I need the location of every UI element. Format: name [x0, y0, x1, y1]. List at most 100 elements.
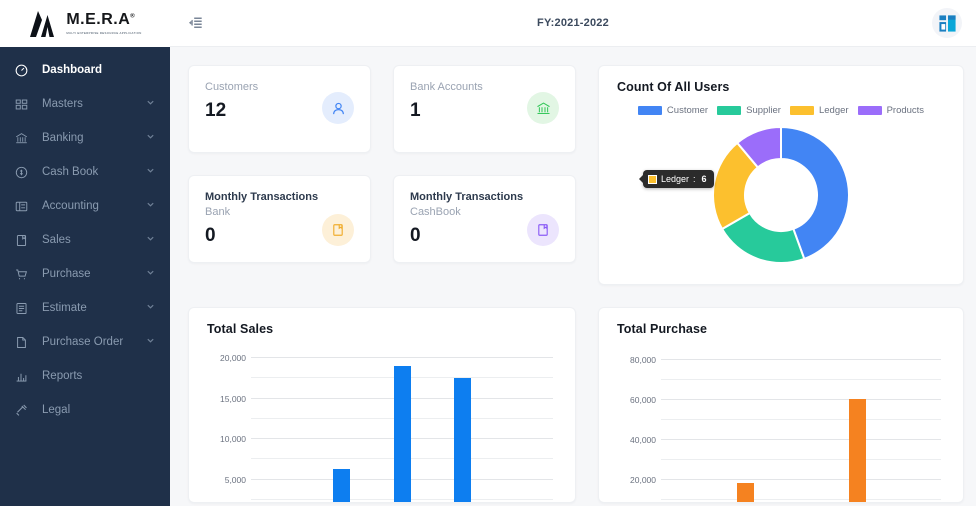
y-axis-tick-label: 15,000 [220, 393, 246, 404]
donut-chart[interactable] [706, 120, 856, 270]
bar[interactable] [333, 469, 351, 502]
y-axis-tick-label: 20,000 [630, 475, 656, 485]
tooltip-value: 6 [701, 174, 707, 184]
sidebar-item-cash-book[interactable]: Cash Book [0, 155, 170, 189]
user-icon-badge [322, 92, 354, 124]
chevron-down-icon[interactable] [146, 98, 156, 110]
grid-line [661, 499, 941, 500]
sidebar-item-sales[interactable]: Sales [0, 223, 170, 257]
stat-card-customers[interactable]: Customers 12 [188, 65, 371, 153]
grid-line [661, 379, 941, 380]
bottom-row: Total Sales 5,000 10,000 15,000 20,000 Tota… [188, 307, 964, 503]
legend-item-ledger[interactable]: Ledger [789, 105, 849, 116]
stat-card-monthly-transactions-bank[interactable]: Monthly Transactions Bank 0 [188, 175, 371, 263]
chevron-down-icon[interactable] [146, 234, 156, 246]
bank-icon-badge [527, 92, 559, 124]
clipboard-icon [15, 302, 34, 315]
bookmark-icon-badge [322, 214, 354, 246]
chevron-down-icon[interactable] [146, 336, 156, 348]
top-header: FY:2021-2022 [170, 0, 976, 47]
sidebar-item-estimate[interactable]: Estimate [0, 291, 170, 325]
sidebar-nav: Dashboard Masters Banking Cash Book Acco… [0, 47, 170, 506]
sidebar-item-label: Purchase Order [42, 336, 124, 348]
chevron-down-icon[interactable] [146, 166, 156, 178]
sidebar-item-purchase-order[interactable]: Purchase Order [0, 325, 170, 359]
donut-legend: Customer Supplier Ledger Products [599, 105, 963, 116]
sidebar-item-accounting[interactable]: Accounting [0, 189, 170, 223]
legend-swatch [857, 106, 882, 115]
sidebar-item-label: Masters [42, 98, 83, 110]
bar[interactable] [848, 399, 866, 502]
sidebar-item-label: Legal [42, 404, 71, 416]
bar[interactable] [453, 377, 471, 502]
bank-icon [15, 132, 34, 145]
sidebar-item-label: Accounting [42, 200, 99, 212]
chart-tooltip: Ledger: 6 [639, 170, 714, 188]
total-purchase-plot[interactable]: 20,000 40,000 60,000 80,000 [599, 350, 963, 502]
stat-label: Monthly Transactions [410, 191, 524, 203]
bookmark-icon-badge [527, 214, 559, 246]
y-axis-tick-label: 5,000 [224, 474, 246, 485]
bar[interactable] [393, 366, 411, 502]
brand-text: M.E.R.A® MULTI ENTERPRISE RESOURCE APPLI… [66, 12, 141, 35]
cart-icon [15, 268, 34, 281]
sidebar-item-label: Dashboard [42, 64, 103, 76]
grid-line [661, 399, 941, 400]
legend-item-supplier[interactable]: Supplier [717, 105, 781, 116]
y-axis-tick-label: 20,000 [220, 353, 246, 364]
sidebar-item-masters[interactable]: Masters [0, 87, 170, 121]
donut-chart-wrap: Ledger: 6 [599, 120, 963, 270]
total-sales-column: Total Sales 5,000 10,000 15,000 20,000 [188, 307, 576, 503]
total-sales-plot[interactable]: 5,000 10,000 15,000 20,000 [189, 350, 575, 502]
header-right [932, 8, 962, 38]
y-axis-tick-label: 40,000 [630, 435, 656, 445]
sidebar: M.E.R.A® MULTI ENTERPRISE RESOURCE APPLI… [0, 0, 170, 506]
legend-item-customer[interactable]: Customer [637, 105, 708, 116]
sidebar-item-dashboard[interactable]: Dashboard [0, 53, 170, 87]
stat-label: Monthly Transactions [205, 191, 319, 203]
sidebar-item-purchase[interactable]: Purchase [0, 257, 170, 291]
total-sales-card: Total Sales 5,000 10,000 15,000 20,000 [188, 307, 576, 503]
y-axis-tick-label: 10,000 [220, 434, 246, 445]
y-axis-tick-label: 80,000 [630, 355, 656, 365]
sidebar-item-reports[interactable]: Reports [0, 359, 170, 393]
page-title-total-purchase: Total Purchase [617, 322, 708, 336]
count-of-all-users-card: Count Of All Users Customer Supplier Led… [598, 65, 964, 285]
speedometer-icon [15, 64, 34, 77]
brand-logo[interactable]: M.E.R.A® MULTI ENTERPRISE RESOURCE APPLI… [0, 0, 170, 47]
coin-icon [15, 166, 34, 179]
mera-logo-mark [30, 10, 55, 37]
grid-line [661, 479, 941, 480]
chevron-down-icon[interactable] [146, 268, 156, 280]
sidebar-item-label: Sales [42, 234, 71, 246]
ledger-icon [15, 200, 34, 213]
main-area: FY:2021-2022 Customers 12 Bank Accounts … [170, 0, 976, 506]
legend-item-products[interactable]: Products [857, 105, 924, 116]
sidebar-item-banking[interactable]: Banking [0, 121, 170, 155]
page-title-count-of-all-users: Count Of All Users [617, 80, 730, 94]
bar[interactable] [736, 483, 754, 502]
sidebar-item-legal[interactable]: Legal [0, 393, 170, 427]
top-row: Customers 12 Bank Accounts 1 Monthly Tra… [188, 65, 964, 285]
brand-subtitle: MULTI ENTERPRISE RESOURCE APPLICATION [66, 30, 142, 35]
chevron-down-icon[interactable] [146, 132, 156, 144]
sidebar-item-label: Purchase [42, 268, 91, 280]
legend-swatch [717, 106, 742, 115]
y-axis-tick-label: 60,000 [630, 395, 656, 405]
chevron-down-icon[interactable] [146, 200, 156, 212]
gavel-icon [15, 404, 34, 417]
grid-line [661, 439, 941, 440]
app-logo-icon[interactable] [932, 8, 962, 38]
document-icon [15, 336, 34, 349]
tooltip-swatch [648, 174, 657, 184]
legend-label: Ledger [818, 105, 849, 116]
collapse-sidebar-icon[interactable] [188, 16, 203, 31]
chevron-down-icon[interactable] [146, 302, 156, 314]
grid-line [661, 419, 941, 420]
stat-cards-grid: Customers 12 Bank Accounts 1 Monthly Tra… [188, 65, 576, 263]
stat-card-monthly-transactions-cashbook[interactable]: Monthly Transactions CashBook 0 [393, 175, 576, 263]
grid-line [661, 459, 941, 460]
registered-mark: ® [130, 13, 136, 20]
stat-card-bank-accounts[interactable]: Bank Accounts 1 [393, 65, 576, 153]
legend-swatch [789, 106, 814, 115]
